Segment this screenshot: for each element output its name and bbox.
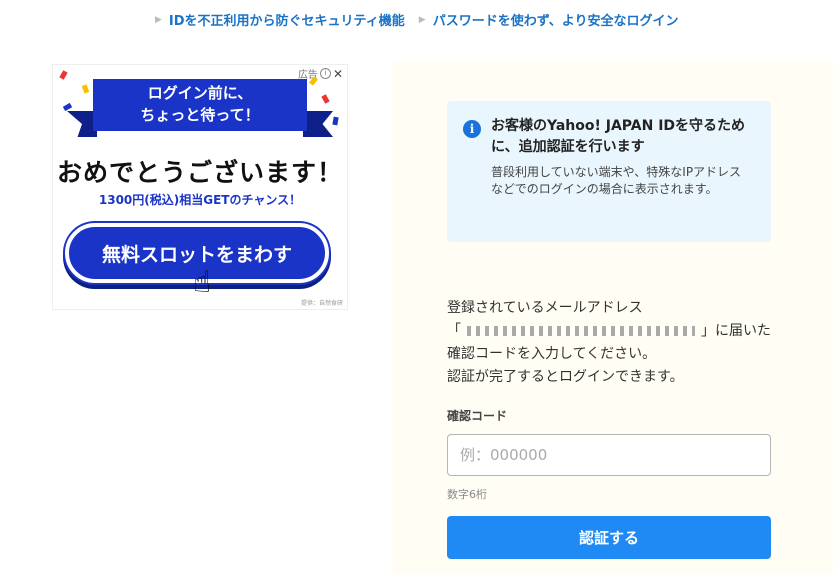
confetti-decoration <box>59 70 68 80</box>
ribbon-tail-right <box>303 111 333 137</box>
ad-ribbon-line1: ログイン前に、 <box>147 84 253 102</box>
confetti-decoration <box>332 116 339 126</box>
ad-ribbon: ログイン前に、 ちょっと待って！ <box>93 79 307 131</box>
info-title: お客様のYahoo! JAPAN IDを守るために、追加認証を行います <box>491 118 746 155</box>
confetti-decoration <box>321 94 330 104</box>
masked-email-line: 「 」に届いた <box>447 320 777 343</box>
info-icon: i <box>463 120 481 138</box>
info-box: i お客様のYahoo! JAPAN IDを守るために、追加認証を行います 普段… <box>447 101 771 242</box>
ad-close-icon[interactable]: ✕ <box>333 67 343 81</box>
ad-info-icon[interactable]: i <box>319 68 331 79</box>
confetti-decoration <box>62 102 73 112</box>
triangle-right-icon: ▶ <box>418 14 426 25</box>
passwordless-login-link-label: パスワードを使わず、より安全なログイン <box>432 14 679 29</box>
security-feature-link-label: IDを不正利用から防ぐセキュリティ機能 <box>168 14 405 29</box>
code-input[interactable] <box>447 434 771 476</box>
description: 登録されているメールアドレス 「 」に届いた 確認コードを入力してください。 認証… <box>447 297 777 389</box>
ad-footer: 提供：自然食研 <box>300 300 343 307</box>
open-quote: 「 <box>447 323 461 339</box>
pointer-hand-icon: ☝ <box>193 265 212 300</box>
top-links: ▶ IDを不正利用から防ぐセキュリティ機能 ▶ パスワードを使わず、より安全なロ… <box>155 10 679 29</box>
masked-email <box>467 326 695 336</box>
triangle-right-icon: ▶ <box>155 14 162 25</box>
security-feature-link[interactable]: ▶ IDを不正利用から防ぐセキュリティ機能 <box>155 10 405 29</box>
code-label: 確認コード <box>447 409 508 423</box>
code-hint: 数字6桁 <box>447 488 487 501</box>
info-text: 普段利用していない端末や、特殊なIPアドレスなどでのログインの場合に表示されます… <box>491 165 742 196</box>
ad-subline: 1300円(税込)相当GETのチャンス！ <box>98 193 302 207</box>
description-line1: 登録されているメールアドレス <box>447 300 643 316</box>
submit-button[interactable]: 認証する <box>447 516 771 559</box>
description-line3: 確認コードを入力してください。 <box>447 346 657 362</box>
confetti-decoration <box>81 84 90 94</box>
close-quote: 」に届いた <box>701 323 771 339</box>
advertisement[interactable]: 広告 i ✕ ログイン前に、 ちょっと待って！ おめでとうございます！ 1300… <box>52 64 348 310</box>
ad-headline: おめでとうございます！ <box>56 158 343 187</box>
ad-ribbon-line2: ちょっと待って！ <box>140 106 260 124</box>
description-line4: 認証が完了するとログインできます。 <box>447 369 684 385</box>
passwordless-login-link[interactable]: ▶ パスワードを使わず、より安全なログイン <box>419 10 679 29</box>
